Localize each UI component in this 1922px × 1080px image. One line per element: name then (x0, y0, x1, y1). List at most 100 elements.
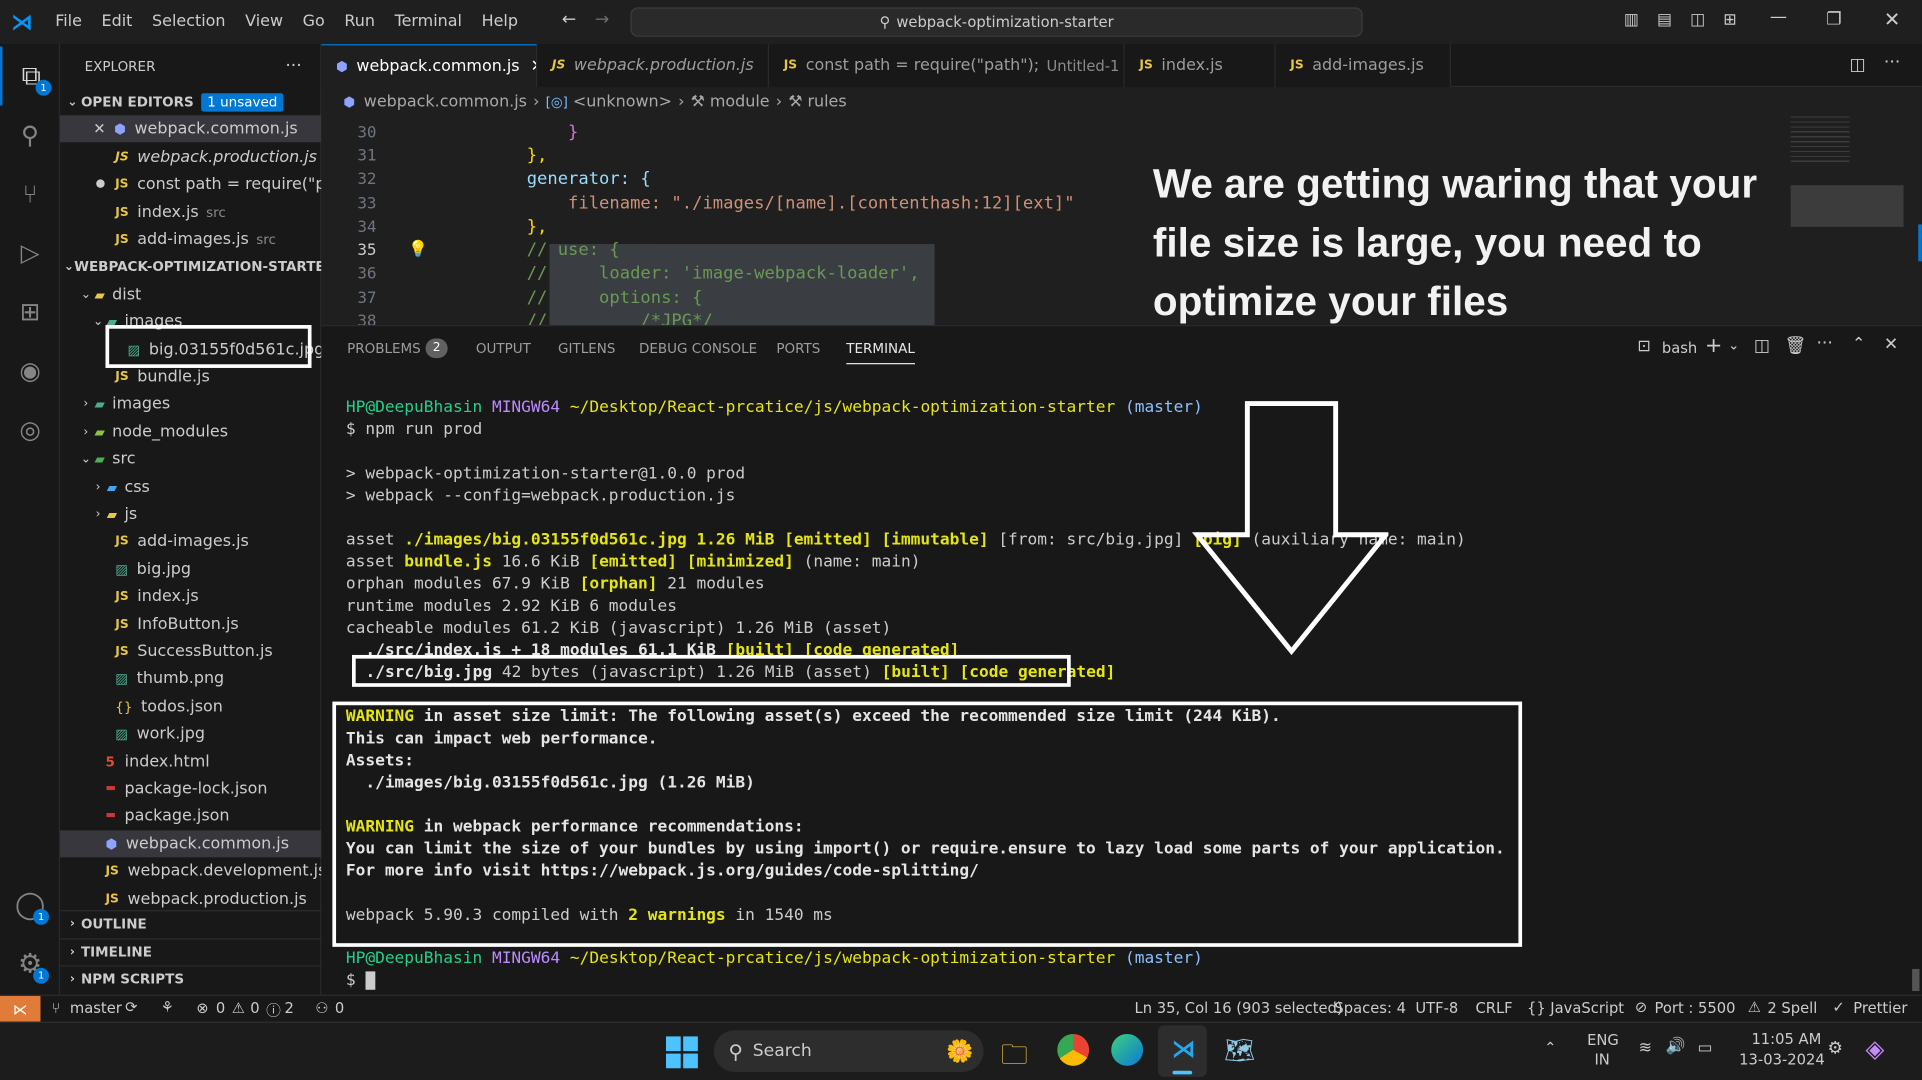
tree-item-file[interactable]: JS InfoButton.js (60, 611, 321, 638)
battery-icon[interactable]: ▭ (1697, 1039, 1712, 1057)
warnings-icon[interactable]: ⚠ (232, 1000, 245, 1017)
remote-icon[interactable]: ⋉ (0, 995, 41, 1022)
tree-item-folder[interactable]: ⌄ ▰ src (60, 445, 321, 472)
live-server-port[interactable]: Port : 5500 (1655, 1000, 1736, 1017)
menu-help[interactable]: Help (472, 0, 528, 44)
open-editor-item[interactable]: ✕ ⬢ webpack.common.js (60, 115, 322, 143)
language-in[interactable]: IN (1594, 1051, 1609, 1068)
encoding[interactable]: UTF-8 (1415, 1000, 1458, 1017)
scrollbar-thumb[interactable] (1912, 968, 1920, 992)
customize-layout-icon[interactable]: ⊞ (1723, 11, 1736, 29)
tree-item-file[interactable]: JS index.js (60, 583, 321, 610)
ports-icon[interactable]: ⚇ (315, 1000, 328, 1017)
app-icon[interactable]: 🗺 (1224, 1035, 1255, 1064)
open-editors-header[interactable]: ⌄ OPEN EDITORS 1 unsaved (60, 88, 321, 115)
more-actions-icon[interactable]: ··· (1884, 53, 1900, 73)
split-terminal-icon[interactable]: ◫ (1754, 336, 1770, 356)
split-editor-icon[interactable]: ◫ (1850, 55, 1866, 75)
menu-edit[interactable]: Edit (92, 0, 143, 44)
clock-date[interactable]: 13-03-2024 (1739, 1051, 1825, 1068)
toggle-sidebar-icon[interactable]: ▥ (1624, 11, 1639, 29)
chevron-up-icon[interactable]: ⌃ (1544, 1039, 1556, 1056)
toggle-panel-icon[interactable]: ▤ (1657, 11, 1672, 29)
info-icon[interactable]: ⓘ (266, 1000, 281, 1021)
menu-view[interactable]: View (235, 0, 292, 44)
indentation[interactable]: Spaces: 4 (1334, 1000, 1406, 1017)
account-icon[interactable]: ◯ 1 (0, 876, 60, 935)
minimize-icon[interactable]: — (1770, 7, 1787, 27)
line-ending[interactable]: CRLF (1475, 1000, 1512, 1017)
volume-icon[interactable]: 🔊 (1666, 1038, 1686, 1056)
wifi-icon[interactable]: ≋ (1639, 1039, 1652, 1057)
extensions-icon[interactable]: ⊞ (0, 282, 60, 341)
errors-icon[interactable]: ⊗ (196, 1000, 208, 1017)
toggle-secondary-sidebar-icon[interactable]: ◫ (1690, 11, 1705, 29)
close-window-icon[interactable]: ✕ (1884, 7, 1900, 30)
tree-item-file[interactable]: JS add-images.js (60, 527, 321, 554)
tab-terminal[interactable]: TERMINAL (846, 341, 915, 365)
timeline-header[interactable]: › TIMELINE (60, 938, 322, 965)
copilot-icon[interactable]: ◈ (1866, 1034, 1885, 1063)
breadcrumb-item[interactable]: webpack.common.js (364, 93, 527, 111)
windows-start-icon[interactable] (665, 1036, 698, 1069)
search-activity-icon[interactable]: ⚲ (0, 105, 60, 164)
trash-icon[interactable]: 🗑 (1785, 336, 1807, 356)
tab-problems[interactable]: PROBLEMS (347, 341, 421, 357)
tree-item-file[interactable]: ▬ package.json (60, 802, 321, 829)
tab-webpack-production[interactable]: JS webpack.production.js (537, 44, 770, 88)
forward-arrow-icon[interactable]: → (595, 10, 609, 30)
maximize-panel-icon[interactable]: ⌃ (1852, 335, 1865, 353)
remote-explorer-icon[interactable]: ◎ (0, 400, 60, 459)
tree-item-file[interactable]: ▨ big.jpg (60, 556, 321, 583)
menu-file[interactable]: File (45, 0, 91, 44)
npm-scripts-header[interactable]: › NPM SCRIPTS (60, 965, 322, 992)
shell-name[interactable]: bash (1662, 340, 1697, 357)
explorer-icon[interactable]: ⧉ 1 (0, 46, 60, 106)
maximize-icon[interactable]: ❐ (1826, 10, 1841, 30)
tab-index-js[interactable]: JS index.js (1124, 44, 1276, 88)
open-editor-item[interactable]: JS add-images.js src (60, 226, 321, 253)
menu-go[interactable]: Go (293, 0, 335, 44)
notification-bell-icon[interactable]: ⚙ (1827, 1039, 1842, 1059)
lightbulb-icon[interactable]: 💡 (408, 240, 428, 258)
back-arrow-icon[interactable]: ← (562, 10, 576, 30)
tab-add-images[interactable]: JS add-images.js (1275, 44, 1451, 88)
prettier[interactable]: Prettier (1853, 1000, 1907, 1017)
tab-untitled[interactable]: JS const path = require("path"); Untitle… (769, 44, 1125, 88)
menu-terminal[interactable]: Terminal (385, 0, 472, 44)
tree-item-folder[interactable]: › ▰ css (60, 473, 321, 500)
outline-header[interactable]: › OUTLINE (60, 910, 322, 937)
sync-icon[interactable]: ⟳ (125, 998, 137, 1015)
settings-gear-icon[interactable]: ⚙ 1 (0, 935, 60, 994)
run-debug-icon[interactable]: ▷ (0, 223, 60, 282)
tree-item-file[interactable]: JS webpack.production.js (60, 886, 321, 913)
tab-webpack-common[interactable]: ⬢ webpack.common.js ✕ (321, 44, 538, 88)
tree-item-file[interactable]: {} todos.json (60, 693, 321, 720)
tree-item-file[interactable]: ▨ work.jpg (60, 720, 321, 747)
tree-item-folder[interactable]: › ▰ images (60, 390, 321, 417)
tree-item-file[interactable]: ⬢ webpack.common.js (60, 830, 322, 858)
close-icon[interactable]: ✕ (93, 120, 105, 137)
breadcrumb-item[interactable]: rules (807, 93, 846, 111)
add-terminal-icon[interactable]: + (1705, 334, 1722, 359)
tab-debug-console[interactable]: DEBUG CONSOLE (639, 341, 757, 357)
tree-item-folder[interactable]: › ▰ js (60, 500, 321, 527)
tree-item-dist[interactable]: ⌄ ▰ dist (60, 281, 321, 308)
vscode-taskbar-button[interactable]: ⋊ (1157, 1025, 1207, 1077)
tab-output[interactable]: OUTPUT (476, 341, 531, 357)
command-center[interactable]: ⚲ webpack-optimization-starter (630, 7, 1363, 37)
git-graph-icon[interactable]: ⚘ (161, 998, 174, 1015)
tree-item-file[interactable]: ▬ package-lock.json (60, 775, 321, 802)
tab-ports[interactable]: PORTS (776, 341, 820, 357)
close-panel-icon[interactable]: ✕ (1884, 335, 1898, 355)
tree-item-folder[interactable]: › ▰ node_modules (60, 418, 321, 445)
project-header[interactable]: ⌄ WEBPACK-OPTIMIZATION-STARTER (60, 253, 322, 280)
clock-time[interactable]: 11:05 AM (1751, 1030, 1821, 1047)
open-editor-item[interactable]: JS index.js src (60, 199, 321, 226)
language-mode[interactable]: JavaScript (1550, 1000, 1624, 1017)
file-explorer-icon[interactable]: 🗀 (1001, 1034, 1028, 1080)
menu-selection[interactable]: Selection (142, 0, 235, 44)
minimap[interactable] (1780, 116, 1922, 326)
open-editor-item[interactable]: JS webpack.production.js (60, 144, 321, 171)
chrome-icon[interactable] (1057, 1033, 1090, 1066)
